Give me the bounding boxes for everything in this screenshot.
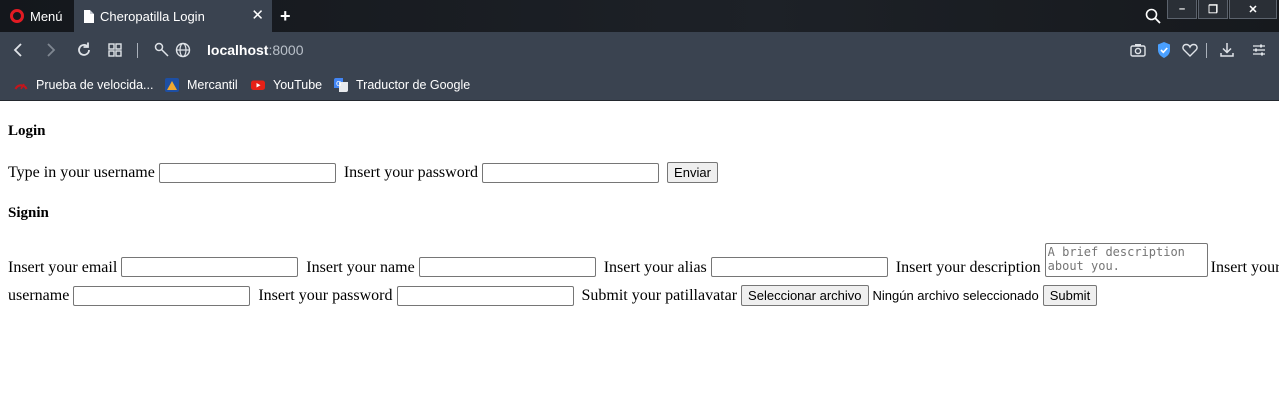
svg-text:G: G [336, 80, 341, 88]
easy-setup-icon[interactable] [1249, 40, 1269, 60]
opera-logo-icon [10, 9, 24, 23]
tab-title: Cheropatilla Login [100, 8, 205, 24]
signin-username-label: Insert your [1210, 259, 1279, 276]
login-password-label: Insert your password [343, 163, 479, 181]
download-icon[interactable] [1217, 40, 1237, 60]
bookmark-label: Prueba de velocida... [36, 77, 154, 92]
reload-icon[interactable] [74, 40, 94, 60]
signin-submit-button[interactable]: Submit [1042, 285, 1098, 306]
tab-search-icon[interactable] [1145, 8, 1161, 24]
signin-name-input[interactable] [418, 257, 596, 277]
login-form: Type in your username Insert your passwo… [8, 162, 718, 183]
signin-email-input[interactable] [121, 257, 299, 277]
tab-close-icon[interactable]: ✕ [251, 8, 264, 24]
menu-label: Menú [30, 8, 63, 24]
back-icon[interactable] [9, 40, 29, 60]
login-submit-button[interactable]: Enviar [667, 162, 718, 183]
bookmarks-bar: Prueba de velocida... Mercantil YouTube … [0, 69, 1279, 101]
key-icon[interactable] [152, 40, 172, 60]
signin-alias-label: Insert your alias [603, 259, 707, 276]
vpn-shield-icon[interactable] [1154, 40, 1174, 60]
signin-form-line-2: username Insert your password Submit you… [8, 285, 1098, 306]
window-controls: – ❐ ✕ [1166, 0, 1277, 19]
bookmark-youtube[interactable]: YouTube [251, 76, 322, 93]
login-heading: Login [8, 123, 46, 139]
signin-username-input[interactable] [73, 285, 251, 306]
signin-name-label: Insert your name [306, 259, 415, 276]
new-tab-icon[interactable]: + [280, 6, 291, 26]
forward-icon[interactable] [40, 40, 60, 60]
signin-description-textarea[interactable] [1044, 243, 1208, 277]
opera-menu-button[interactable]: Menú [0, 0, 74, 32]
bookmark-label: Mercantil [187, 77, 238, 92]
signin-description-label: Insert your description [895, 259, 1041, 276]
file-select-button[interactable]: Seleccionar archivo [741, 285, 869, 306]
url-port: :8000 [268, 42, 304, 58]
bookmark-speedtest[interactable]: Prueba de velocida... [14, 76, 153, 93]
signin-username-label-cont: username [8, 286, 70, 304]
heart-icon[interactable] [1180, 40, 1200, 60]
globe-icon[interactable] [173, 40, 193, 60]
restore-button[interactable]: ❐ [1198, 0, 1228, 19]
address-bar: localhost:8000 [0, 32, 1279, 69]
login-username-label: Type in your username [8, 163, 155, 181]
file-status-text: Ningún archivo seleccionado [872, 288, 1039, 303]
signin-heading: Signin [8, 205, 49, 221]
mercantil-icon [165, 77, 179, 92]
signin-password-label: Insert your password [258, 286, 393, 304]
signin-password-input[interactable] [396, 285, 574, 306]
toolbar-divider [1206, 43, 1207, 58]
address-url[interactable]: localhost:8000 [207, 42, 304, 58]
google-translate-icon: G [334, 77, 348, 92]
close-window-button[interactable]: ✕ [1229, 0, 1277, 19]
bookmark-label: Traductor de Google [356, 77, 471, 92]
page-content: Login Type in your username Insert your … [0, 101, 1279, 414]
youtube-icon [251, 80, 265, 90]
minimize-button[interactable]: – [1167, 0, 1197, 19]
signin-avatar-label: Submit your patillavatar [581, 286, 738, 304]
url-host: localhost [207, 42, 269, 58]
signin-alias-input[interactable] [710, 257, 888, 277]
login-password-input[interactable] [482, 162, 660, 183]
bookmark-mercantil[interactable]: Mercantil [165, 76, 238, 93]
document-icon [84, 9, 94, 23]
signin-email-label: Insert your email [8, 259, 118, 276]
speedtest-icon [14, 83, 28, 90]
tab-bar: Menú Cheropatilla Login ✕ + – ❐ ✕ [0, 0, 1279, 32]
snapshot-camera-icon[interactable] [1128, 40, 1148, 60]
tab-active[interactable]: Cheropatilla Login ✕ [74, 0, 272, 32]
login-username-input[interactable] [158, 162, 336, 183]
bookmark-google-translate[interactable]: G Traductor de Google [334, 76, 470, 93]
signin-form-line-1: Insert your email Insert your name Inser… [8, 243, 1279, 277]
bookmark-label: YouTube [273, 77, 323, 92]
speed-dial-icon[interactable] [105, 40, 125, 60]
toolbar-divider [137, 43, 138, 58]
